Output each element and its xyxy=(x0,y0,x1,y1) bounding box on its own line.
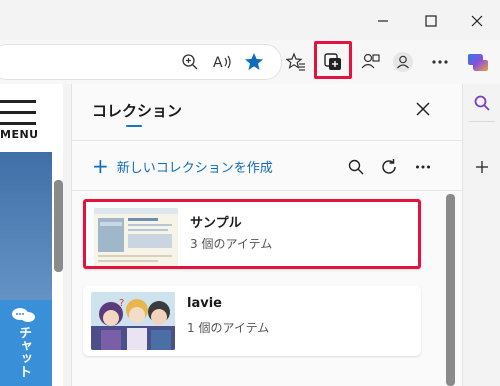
svg-text:?: ? xyxy=(119,298,124,309)
favorite-button[interactable] xyxy=(240,48,268,76)
maximize-icon xyxy=(425,15,437,27)
divider xyxy=(72,140,463,141)
divider xyxy=(72,190,463,191)
chat-bubble-icon xyxy=(12,308,35,322)
collection-title: lavie xyxy=(187,296,222,311)
edge-sidebar xyxy=(462,84,500,386)
collection-title: サンプル xyxy=(190,216,242,231)
web-page-content: MENU チャット xyxy=(0,84,63,386)
close-icon xyxy=(416,102,430,116)
read-aloud-button[interactable]: A xyxy=(208,48,236,76)
collections-highlight-frame xyxy=(314,41,352,79)
collection-thumbnail: ? xyxy=(91,292,175,350)
favorites-button[interactable] xyxy=(282,48,310,76)
collection-item-count: 3 個のアイテム xyxy=(190,237,273,251)
page-scrollbar[interactable] xyxy=(54,180,63,272)
zoom-icon xyxy=(182,54,198,70)
copilot-icon xyxy=(468,54,488,71)
maximize-button[interactable] xyxy=(408,6,454,36)
search-icon xyxy=(474,95,490,111)
more-icon xyxy=(432,60,448,64)
collection-card-lavie[interactable]: ? lavie 1 個のアイテム xyxy=(83,286,421,356)
extensions-button[interactable] xyxy=(357,48,385,76)
close-window-button[interactable] xyxy=(454,6,500,36)
collection-card-sample[interactable]: サンプル 3 個のアイテム xyxy=(83,199,421,269)
new-collection-button[interactable]: + 新しいコレクションを作成 xyxy=(92,156,273,176)
sidebar-search-button[interactable] xyxy=(471,92,493,114)
chat-label: チャット xyxy=(16,326,31,378)
sidebar-add-button[interactable] xyxy=(471,156,493,178)
sync-button[interactable] xyxy=(377,155,401,179)
zoom-button[interactable] xyxy=(176,48,204,76)
minimize-button[interactable] xyxy=(360,6,406,36)
chat-button[interactable]: チャット xyxy=(0,300,52,386)
favorites-icon xyxy=(286,52,305,71)
more-options-button[interactable] xyxy=(426,48,454,76)
title-bar xyxy=(0,0,500,40)
collection-thumbnail xyxy=(94,208,178,266)
read-aloud-icon: A xyxy=(213,55,231,71)
divider xyxy=(469,121,495,122)
panel-title: コレクション xyxy=(92,102,183,120)
browser-toolbar: A xyxy=(0,40,500,84)
svg-text:A: A xyxy=(213,55,223,71)
extensions-icon xyxy=(361,53,380,69)
panel-more-button[interactable] xyxy=(411,155,435,179)
profile-button[interactable] xyxy=(389,48,417,76)
more-icon xyxy=(416,165,430,169)
refresh-icon xyxy=(382,159,396,174)
search-collections-button[interactable] xyxy=(344,155,368,179)
collection-item-count: 1 個のアイテム xyxy=(187,321,270,335)
title-underline xyxy=(126,125,142,127)
new-collection-label: 新しいコレクションを作成 xyxy=(116,160,273,176)
panel-scrollbar[interactable] xyxy=(446,194,455,386)
search-icon xyxy=(348,159,364,175)
menu-label[interactable]: MENU xyxy=(0,128,39,141)
minimize-icon xyxy=(378,20,388,22)
copilot-button[interactable] xyxy=(464,48,492,76)
plus-icon: + xyxy=(92,154,109,178)
collections-panel: コレクション + 新しいコレクションを作成 サンプル 3 個のアイテム ? la… xyxy=(71,84,463,386)
star-icon xyxy=(245,53,263,70)
close-panel-button[interactable] xyxy=(412,98,434,120)
close-icon xyxy=(471,15,483,27)
plus-icon xyxy=(476,161,488,173)
profile-icon xyxy=(393,52,413,72)
